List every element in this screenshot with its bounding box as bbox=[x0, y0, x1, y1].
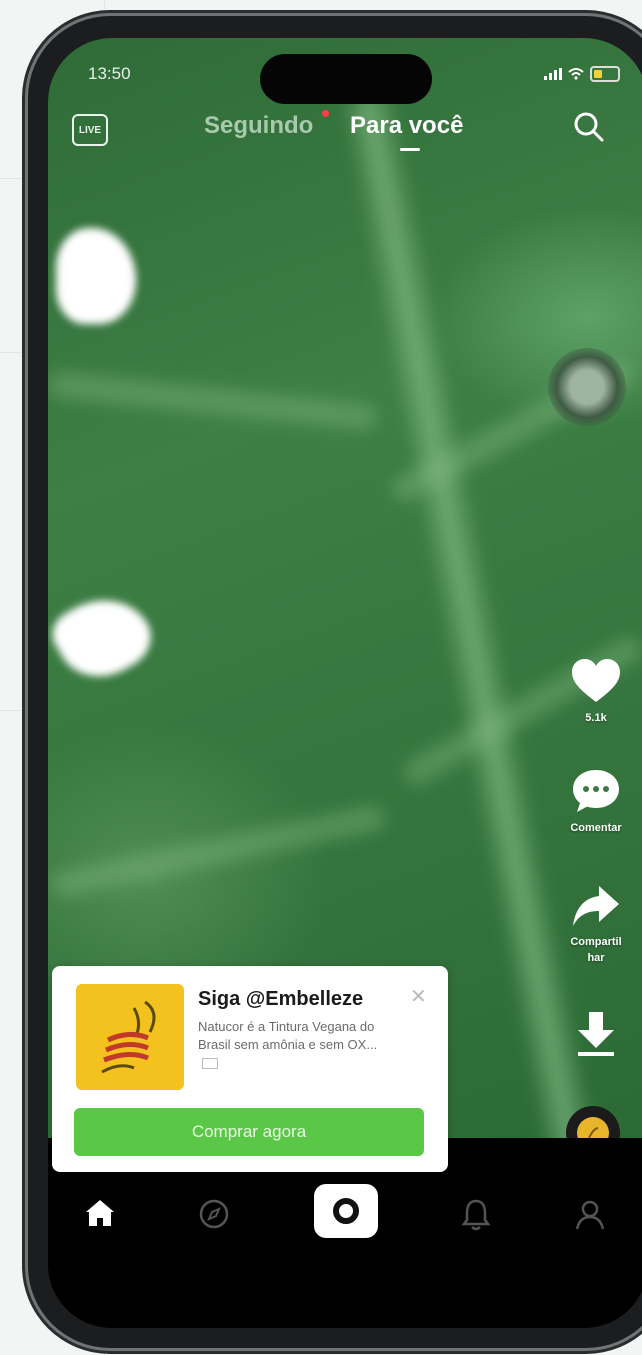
white-spot bbox=[48, 580, 162, 694]
live-label: LIVE bbox=[78, 124, 102, 136]
wifi-icon bbox=[568, 68, 584, 80]
leaf-vein bbox=[48, 370, 379, 432]
download-icon bbox=[578, 1012, 614, 1056]
camera-icon[interactable] bbox=[314, 1184, 378, 1238]
status-icons bbox=[544, 66, 620, 82]
ad-description: Natucor é a Tintura Vegana do Brasil sem… bbox=[198, 1018, 394, 1072]
brand-logo bbox=[76, 984, 184, 1090]
comment-button[interactable]: Comentar bbox=[544, 768, 642, 836]
white-spot bbox=[56, 228, 136, 324]
ad-title: Siga @Embelleze bbox=[198, 988, 364, 1010]
brand-logo-icon bbox=[101, 1000, 156, 1074]
blurred-dot bbox=[548, 348, 626, 426]
tab-for-you[interactable]: Para você bbox=[350, 112, 463, 140]
ad-tag-icon bbox=[202, 1058, 218, 1070]
notification-dot bbox=[322, 110, 329, 117]
comment-icon bbox=[573, 770, 619, 812]
profile-icon[interactable] bbox=[574, 1198, 606, 1232]
share-arrow-icon bbox=[573, 886, 619, 926]
camera-lens bbox=[333, 1198, 359, 1224]
like-button[interactable]: 5.1k bbox=[544, 658, 642, 726]
phone-screen: 13:50 LIVE Seguindo Para você 5.1k Comen… bbox=[48, 38, 642, 1328]
bell-icon[interactable] bbox=[460, 1198, 492, 1232]
status-time: 13:50 bbox=[88, 64, 131, 83]
share-button[interactable]: Compartil har bbox=[544, 884, 642, 966]
dynamic-island bbox=[260, 54, 432, 104]
active-tab-indicator bbox=[400, 148, 420, 151]
home-icon[interactable] bbox=[84, 1198, 116, 1228]
close-icon[interactable]: ✕ bbox=[410, 984, 427, 1009]
comment-label: Comentar bbox=[570, 822, 622, 834]
live-button[interactable]: LIVE bbox=[72, 114, 108, 146]
tab-following[interactable]: Seguindo bbox=[204, 112, 313, 140]
leaf-vein bbox=[49, 802, 387, 900]
ad-description-text: Natucor é a Tintura Vegana do Brasil sem… bbox=[198, 1019, 378, 1052]
buy-now-button[interactable]: Comprar agora bbox=[74, 1108, 424, 1156]
battery-icon bbox=[590, 66, 620, 82]
compass-icon[interactable] bbox=[198, 1198, 230, 1230]
download-button[interactable] bbox=[544, 1010, 642, 1058]
signal-icon bbox=[544, 68, 562, 80]
heart-icon bbox=[572, 659, 620, 702]
like-count: 5.1k bbox=[585, 712, 607, 724]
sponsored-ad-card[interactable]: Siga @Embelleze ✕ Natucor é a Tintura Ve… bbox=[52, 966, 448, 1172]
search-icon[interactable] bbox=[572, 110, 606, 144]
share-label: Compartil har bbox=[570, 936, 622, 964]
